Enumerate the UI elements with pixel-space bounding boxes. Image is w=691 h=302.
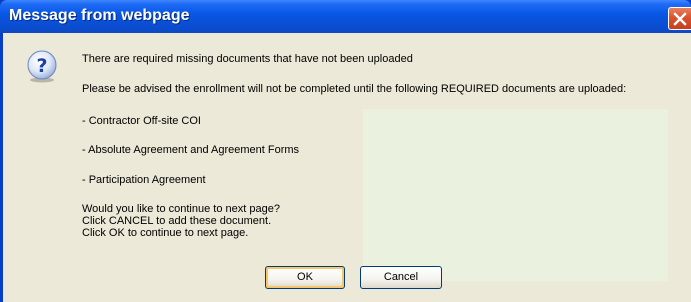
prompt-line-3: Click OK to continue to next page. bbox=[82, 227, 249, 239]
cancel-button[interactable]: Cancel bbox=[360, 266, 442, 289]
document-item-2: - Absolute Agreement and Agreement Forms bbox=[82, 144, 300, 156]
title-bar[interactable]: Message from webpage bbox=[0, 0, 691, 33]
document-item-1: - Contractor Off-site COI bbox=[82, 115, 201, 127]
close-button[interactable] bbox=[668, 7, 691, 30]
question-icon: ? bbox=[27, 50, 57, 83]
ok-button[interactable]: OK bbox=[265, 266, 345, 289]
close-icon bbox=[673, 12, 687, 26]
dialog-body: ? There are required missing documents t… bbox=[3, 33, 691, 302]
prompt-line-2: Click CANCEL to add these document. bbox=[82, 215, 272, 227]
message-line-1: There are required missing documents tha… bbox=[82, 53, 413, 65]
dialog-window: Message from webpage ? There are require… bbox=[0, 0, 691, 302]
message-line-2: Please be advised the enrollment will no… bbox=[82, 83, 627, 95]
document-item-3: - Participation Agreement bbox=[82, 174, 206, 186]
svg-text:?: ? bbox=[36, 55, 47, 77]
window-title: Message from webpage bbox=[9, 7, 190, 24]
prompt-line-1: Would you like to continue to next page? bbox=[82, 203, 280, 215]
info-panel bbox=[363, 109, 668, 281]
